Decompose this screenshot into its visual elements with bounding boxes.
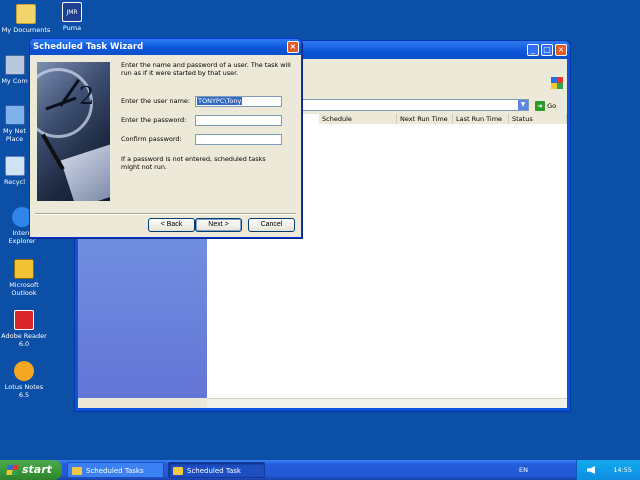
network-icon: [4, 105, 25, 125]
start-label: start: [22, 463, 52, 476]
go-label: Go: [547, 102, 557, 110]
column-header-schedule[interactable]: Schedule: [319, 114, 397, 124]
recycle-bin-icon: [4, 156, 25, 176]
adobe-reader-icon: [14, 310, 34, 330]
computer-icon: [4, 55, 25, 75]
desktop-icon-label: Lotus Notes: [4, 383, 44, 391]
close-button[interactable]: ×: [555, 44, 567, 56]
go-arrow-icon: ➜: [535, 101, 545, 111]
username-value: TONYPC\Tony: [197, 97, 243, 105]
desktop-icon-label-line2: 6.0: [18, 340, 30, 348]
desktop-icon-label: Microsoft: [9, 281, 39, 289]
lotus-notes-icon: [14, 361, 34, 381]
column-header-next-run-time[interactable]: Next Run Time: [397, 114, 453, 124]
scheduled-task-wizard-dialog[interactable]: Scheduled Task Wizard × 2 Enter the name…: [29, 38, 302, 238]
windows-logo-icon: [551, 77, 563, 89]
dialog-close-button[interactable]: ×: [287, 41, 299, 53]
desktop-icon-label: My Net: [3, 127, 26, 135]
intro-text: Enter the name and password of a user. T…: [121, 61, 291, 77]
column-header-last-run-time[interactable]: Last Run Time: [453, 114, 509, 124]
column-header-status[interactable]: Status: [509, 114, 567, 124]
horizontal-scrollbar[interactable]: [207, 398, 567, 408]
start-button[interactable]: start: [0, 460, 62, 480]
volume-icon[interactable]: [587, 466, 595, 474]
chevron-down-icon[interactable]: ▼: [518, 100, 528, 110]
desktop-icon-label-line2: Outlook: [11, 289, 37, 297]
minimize-button[interactable]: _: [527, 44, 539, 56]
confirm-password-label: Confirm password:: [121, 135, 182, 143]
folder-icon: [173, 467, 183, 475]
go-button[interactable]: ➜ Go: [535, 101, 557, 111]
desktop-icon-label: Puma: [62, 24, 82, 32]
desktop-icon-my-computer[interactable]: My Com: [0, 55, 29, 85]
desktop-icon-my-documents[interactable]: My Documents: [0, 4, 52, 34]
password-field[interactable]: [195, 115, 282, 126]
desktop-icon-label-line2: Place: [5, 135, 24, 143]
username-field[interactable]: TONYPC\Tony: [195, 96, 282, 107]
cancel-button[interactable]: Cancel: [248, 218, 295, 232]
desktop-icon-label-line2: Explorer: [8, 237, 36, 245]
taskbar-item-label: Scheduled Tasks: [86, 467, 144, 475]
taskbar-item-scheduled-task-wizard[interactable]: Scheduled Task Wizard: [168, 462, 265, 478]
password-label: Enter the password:: [121, 116, 187, 124]
folder-icon: [16, 4, 36, 24]
next-button[interactable]: Next >: [195, 218, 242, 232]
desktop-icon-label: Recycl: [3, 178, 26, 186]
desktop-icon-label: My Com: [1, 77, 28, 85]
taskbar: start Scheduled Tasks Scheduled Task Wiz…: [0, 460, 640, 480]
desktop-icon-microsoft-outlook[interactable]: Microsoft Outlook: [0, 259, 48, 297]
wizard-clock-pen-image: 2: [37, 62, 110, 201]
desktop-icon-recycle-bin[interactable]: Recycl: [0, 156, 29, 186]
desktop-icon-label-line2: 6.5: [18, 391, 30, 399]
folder-icon: [72, 467, 82, 475]
taskbar-item-label: Scheduled Task Wizard: [187, 467, 241, 475]
outlook-icon: [14, 259, 34, 279]
username-label: Enter the user name:: [121, 97, 191, 105]
desktop-icon-lotus-notes[interactable]: Lotus Notes 6.5: [0, 361, 48, 399]
desktop-icon-label: My Documents: [1, 26, 51, 34]
desktop-icon-adobe-reader[interactable]: Adobe Reader 6.0: [0, 310, 48, 348]
clock[interactable]: 14:55: [613, 460, 632, 480]
taskbar-item-scheduled-tasks[interactable]: Scheduled Tasks: [67, 462, 164, 478]
system-tray: EN 14:55: [519, 460, 640, 480]
language-indicator[interactable]: EN: [519, 460, 528, 480]
desktop-icon-puma[interactable]: JMR Puma: [46, 2, 98, 32]
back-button[interactable]: < Back: [148, 218, 195, 232]
button-separator: [35, 213, 296, 215]
dialog-titlebar[interactable]: Scheduled Task Wizard: [30, 39, 301, 55]
password-note: If a password is not entered, scheduled …: [121, 155, 266, 171]
confirm-password-field[interactable]: [195, 134, 282, 145]
puma-shortcut-icon: JMR: [62, 2, 82, 22]
maximize-button[interactable]: □: [541, 44, 553, 56]
desktop-icon-my-network-places[interactable]: My Net Place: [0, 105, 29, 143]
desktop-icon-label: Adobe Reader: [1, 332, 47, 340]
windows-flag-icon: [6, 465, 19, 475]
